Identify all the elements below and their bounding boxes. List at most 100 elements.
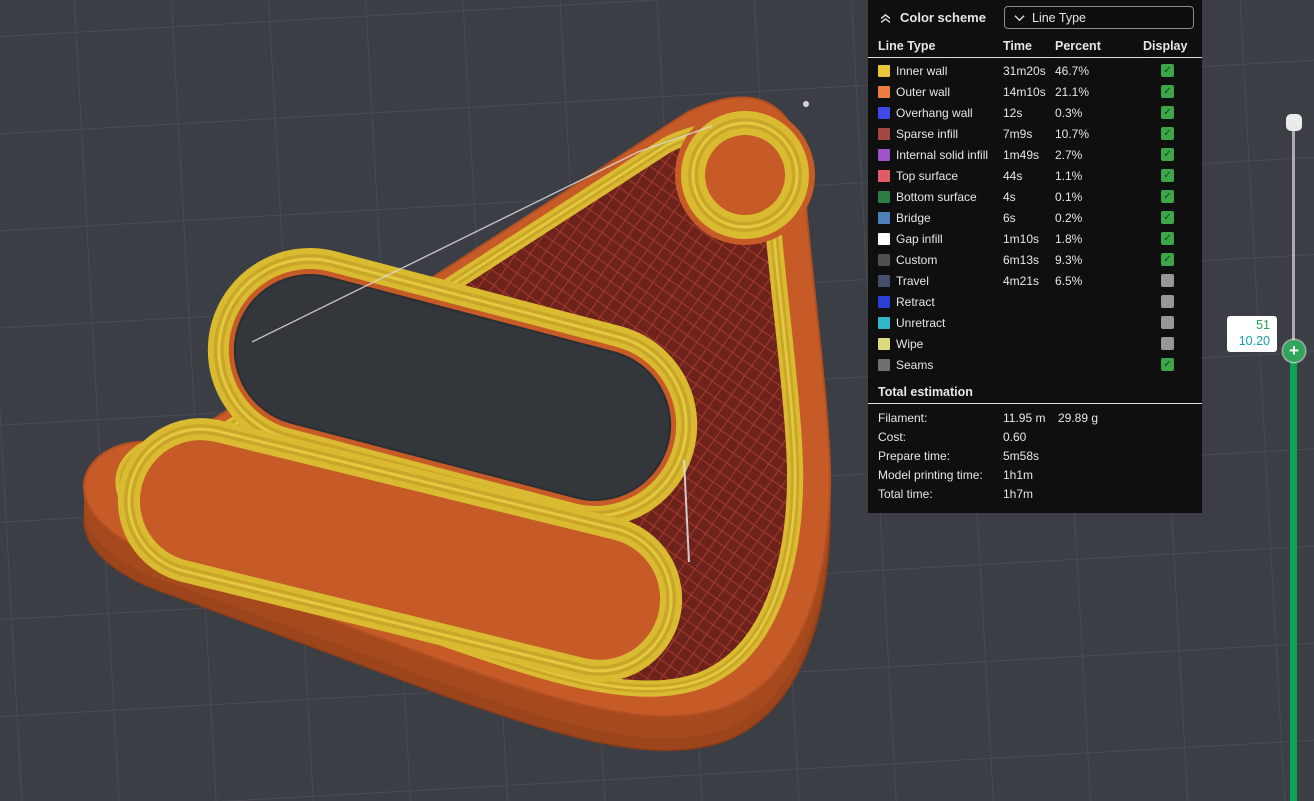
panel-title: Color scheme	[900, 10, 986, 25]
line-type-row: Unretract	[868, 312, 1202, 333]
line-type-row: Gap infill 1m10s 1.8%	[868, 228, 1202, 249]
layer-slider-fill	[1290, 351, 1297, 801]
line-type-label: Internal solid infill	[896, 147, 989, 162]
display-checkbox[interactable]	[1161, 337, 1174, 350]
estimation-label: Cost:	[878, 429, 907, 444]
estimation-label: Total time:	[878, 486, 933, 501]
estimation-value: 1h1m	[1003, 467, 1034, 482]
line-type-label: Travel	[896, 273, 929, 288]
header-line-type: Line Type	[878, 38, 936, 53]
line-type-percent: 0.3%	[1055, 105, 1083, 120]
current-layer-height: 10.20	[1238, 333, 1270, 348]
line-type-row: Bridge 6s 0.2%	[868, 207, 1202, 228]
line-type-time: 44s	[1003, 168, 1023, 183]
line-type-label: Wipe	[896, 336, 924, 351]
seam-marker	[803, 101, 809, 107]
color-scheme-panel: Color scheme Line Type Line Type Time Pe…	[868, 0, 1202, 513]
line-type-swatch	[878, 190, 890, 203]
line-type-swatch	[878, 337, 890, 350]
estimation-value: 0.60	[1003, 429, 1027, 444]
display-checkbox[interactable]	[1161, 211, 1174, 224]
line-type-time: 31m20s	[1003, 63, 1046, 78]
view-type-dropdown[interactable]: Line Type	[1004, 6, 1194, 29]
view-type-value: Line Type	[1032, 10, 1086, 25]
line-type-table-header: Line Type Time Percent Display	[868, 34, 1202, 58]
display-checkbox[interactable]	[1161, 232, 1174, 245]
estimation-row: Total time: 1h7m	[868, 484, 1202, 503]
estimation-row: Model printing time: 1h1m	[868, 465, 1202, 484]
line-type-time: 4s	[1003, 189, 1016, 204]
add-color-change-button[interactable]: +	[1283, 340, 1305, 362]
display-checkbox[interactable]	[1161, 64, 1174, 77]
display-checkbox[interactable]	[1161, 295, 1174, 308]
line-type-swatch	[878, 316, 890, 329]
estimation-value-2: 29.89 g	[1058, 410, 1099, 425]
line-type-label: Sparse infill	[896, 126, 959, 141]
line-type-swatch	[878, 253, 890, 266]
estimation-label: Prepare time:	[878, 448, 951, 463]
line-type-row: Custom 6m13s 9.3%	[868, 249, 1202, 270]
line-type-row: Inner wall 31m20s 46.7%	[868, 60, 1202, 81]
header-display: Display	[1143, 38, 1188, 53]
line-type-row: Travel 4m21s 6.5%	[868, 270, 1202, 291]
panel-header: Color scheme Line Type	[868, 0, 1202, 34]
header-percent: Percent	[1055, 38, 1101, 53]
estimation-label: Model printing time:	[878, 467, 983, 482]
current-layer-number: 51	[1256, 318, 1270, 332]
line-type-swatch	[878, 64, 890, 77]
line-type-row: Wipe	[868, 333, 1202, 354]
line-type-label: Outer wall	[896, 84, 951, 99]
line-type-row: Sparse infill 7m9s 10.7%	[868, 123, 1202, 144]
line-type-row: Seams	[868, 354, 1202, 375]
display-checkbox[interactable]	[1161, 253, 1174, 266]
display-checkbox[interactable]	[1161, 106, 1174, 119]
layer-slider-upper-handle[interactable]	[1286, 114, 1302, 131]
estimation-row: Cost: 0.60	[868, 427, 1202, 446]
line-type-swatch	[878, 169, 890, 182]
estimation-value: 11.95 m	[1003, 410, 1046, 425]
line-type-percent: 6.5%	[1055, 273, 1083, 288]
layer-indicator: 51 10.20	[1227, 316, 1277, 353]
estimation-value: 1h7m	[1003, 486, 1034, 501]
line-type-row: Overhang wall 12s 0.3%	[868, 102, 1202, 123]
line-type-label: Custom	[896, 252, 938, 267]
line-type-percent: 1.1%	[1055, 168, 1083, 183]
line-type-row: Retract	[868, 291, 1202, 312]
line-type-row: Outer wall 14m10s 21.1%	[868, 81, 1202, 102]
line-type-percent: 21.1%	[1055, 84, 1090, 99]
line-type-label: Unretract	[896, 315, 946, 330]
display-checkbox[interactable]	[1161, 169, 1174, 182]
total-estimation-title: Total estimation	[868, 375, 1202, 404]
line-type-label: Top surface	[896, 168, 959, 183]
line-type-time: 6m13s	[1003, 252, 1040, 267]
line-type-label: Gap infill	[896, 231, 943, 246]
line-type-label: Retract	[896, 294, 935, 309]
chevron-down-icon	[1014, 14, 1025, 22]
line-type-row: Top surface 44s 1.1%	[868, 165, 1202, 186]
line-type-label: Bridge	[896, 210, 931, 225]
estimation-value: 5m58s	[1003, 448, 1040, 463]
display-checkbox[interactable]	[1161, 274, 1174, 287]
line-type-swatch	[878, 148, 890, 161]
line-type-swatch	[878, 358, 890, 371]
line-type-row: Internal solid infill 1m49s 2.7%	[868, 144, 1202, 165]
line-type-percent: 2.7%	[1055, 147, 1083, 162]
line-type-swatch	[878, 211, 890, 224]
collapse-panel-icon[interactable]	[878, 11, 893, 25]
display-checkbox[interactable]	[1161, 127, 1174, 140]
total-estimation-body: Filament: 11.95 m 29.89 g Cost: 0.60 Pre…	[868, 408, 1202, 503]
display-checkbox[interactable]	[1161, 148, 1174, 161]
estimation-label: Filament:	[878, 410, 928, 425]
line-type-label: Inner wall	[896, 63, 948, 78]
line-type-table-body: Inner wall 31m20s 46.7% Outer wall 14m10…	[868, 60, 1202, 375]
line-type-swatch	[878, 85, 890, 98]
line-type-swatch	[878, 127, 890, 140]
line-type-label: Bottom surface	[896, 189, 977, 204]
display-checkbox[interactable]	[1161, 358, 1174, 371]
line-type-time: 4m21s	[1003, 273, 1040, 288]
display-checkbox[interactable]	[1161, 190, 1174, 203]
line-type-row: Bottom surface 4s 0.1%	[868, 186, 1202, 207]
display-checkbox[interactable]	[1161, 316, 1174, 329]
line-type-percent: 0.2%	[1055, 210, 1083, 225]
display-checkbox[interactable]	[1161, 85, 1174, 98]
